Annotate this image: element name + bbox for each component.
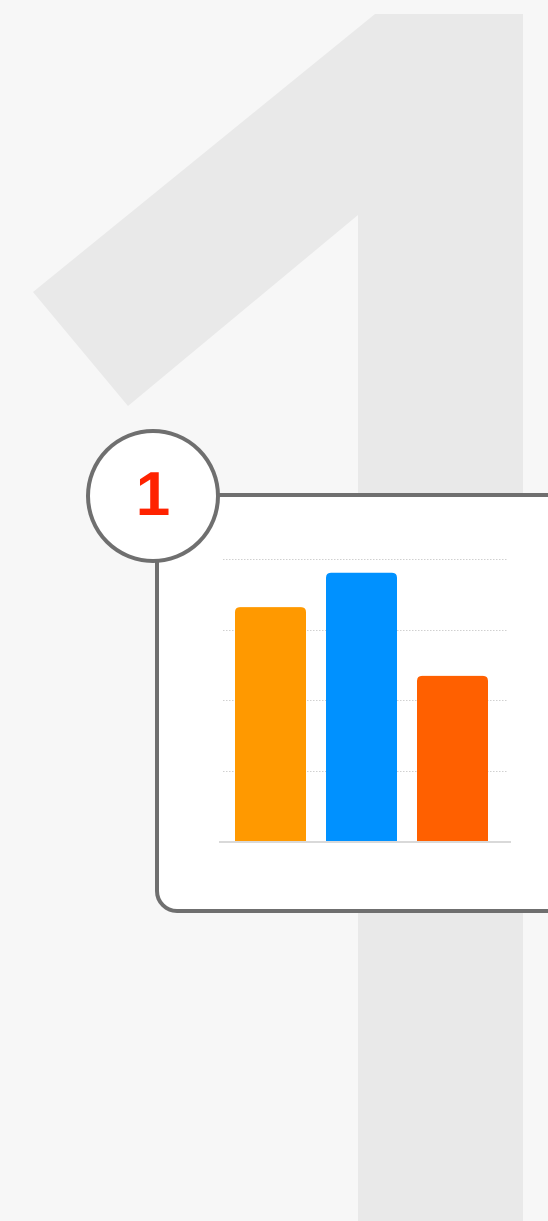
infographic-step: 1 xyxy=(0,0,548,1221)
chart-bars xyxy=(235,572,488,841)
chart-bar-1 xyxy=(235,607,306,841)
step-number-badge: 1 xyxy=(86,429,220,563)
bar-chart xyxy=(219,559,511,843)
chart-bar-3 xyxy=(417,675,488,841)
chart-bar-2 xyxy=(326,572,397,841)
chart-card xyxy=(155,493,548,913)
step-number: 1 xyxy=(135,460,171,529)
